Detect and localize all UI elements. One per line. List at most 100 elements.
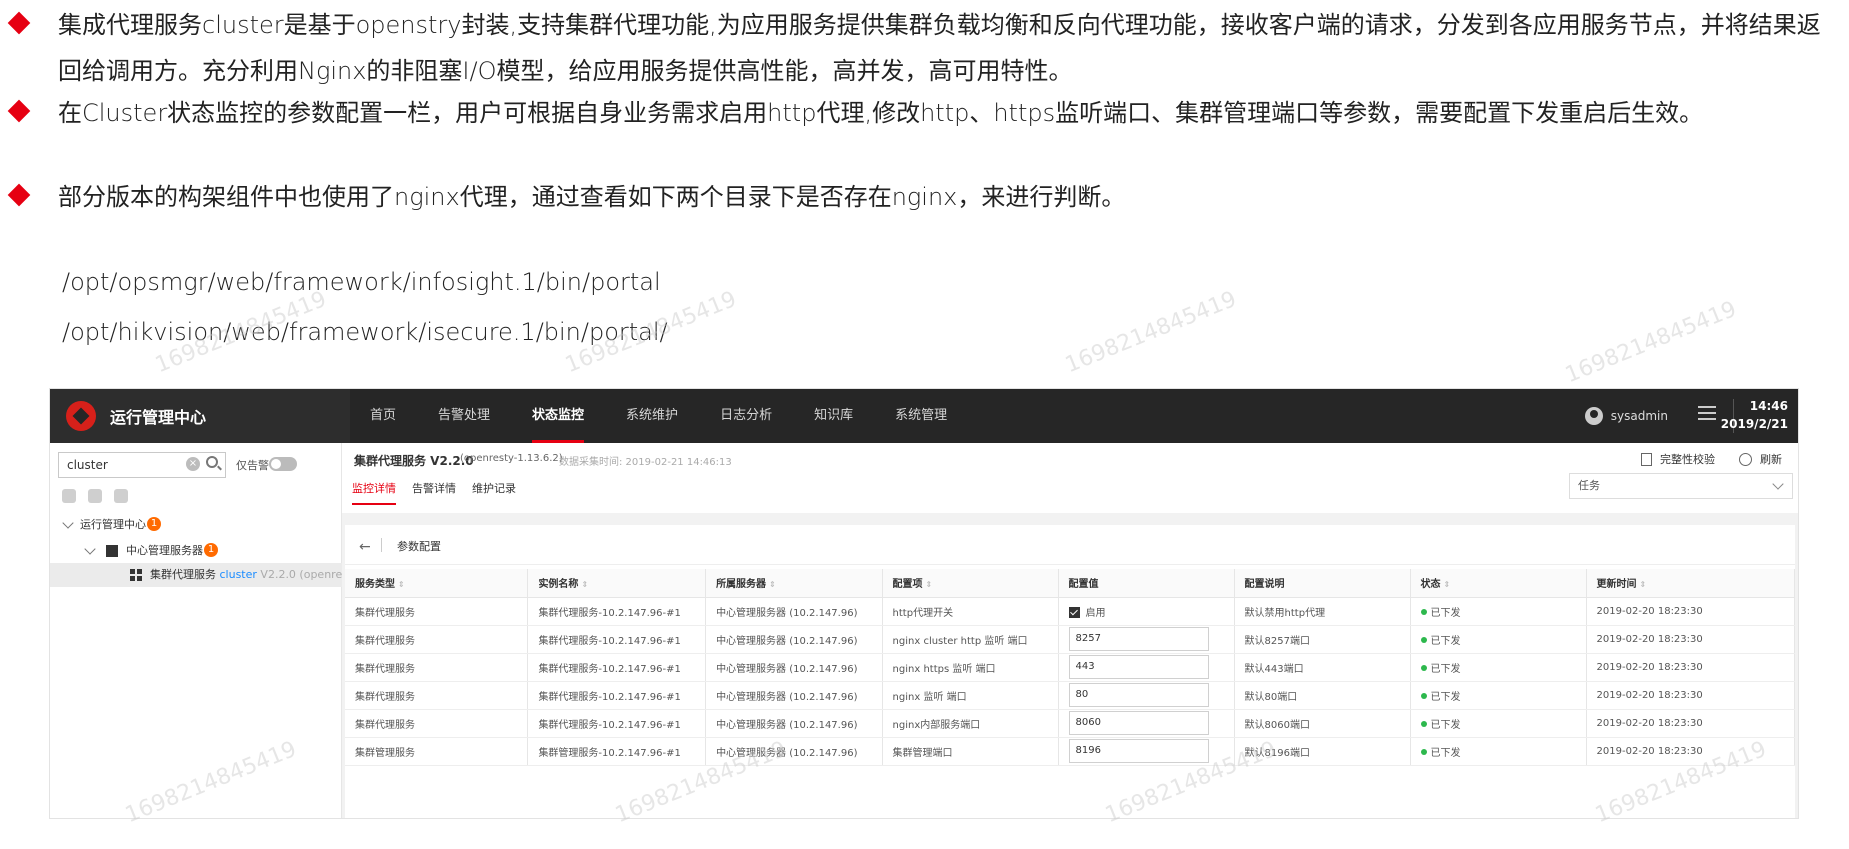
nav-knowledge[interactable]: 知识库 <box>814 389 853 443</box>
col-header[interactable]: 更新时间 ⇕ <box>1586 569 1796 598</box>
table-header-row: 服务类型 ⇕ 实例名称 ⇕ 所属服务器 ⇕ 配置项 ⇕ 配置值 配置说明 状态 ⇕ 更新时… <box>345 569 1796 598</box>
status-dot-icon <box>1420 664 1427 671</box>
status-dot-icon <box>1420 692 1427 699</box>
diamond-bullet-icon <box>8 184 30 206</box>
tree-label: 中心管理服务器 <box>126 544 203 557</box>
table-cell: 2019-02-20 18:23:30 <box>1586 681 1796 710</box>
status-text: 已下发 <box>1430 635 1461 647</box>
tree-item-server[interactable]: 中心管理服务器 1 <box>50 539 342 563</box>
table-cell: 2019-02-20 18:23:30 <box>1586 653 1796 682</box>
tab-alarm-detail[interactable]: 告警详情 <box>412 477 456 501</box>
table-cell: 集群代理服务 <box>345 625 529 654</box>
watermark: 1698214845419 <box>1561 296 1741 389</box>
col-header[interactable]: 所属服务器 ⇕ <box>705 569 883 598</box>
status-dot-icon <box>1420 608 1427 615</box>
status-text: 已下发 <box>1430 719 1461 731</box>
path-line-1: /opt/opsmgr/web/framework/infosight.1/bi… <box>62 268 661 296</box>
nav-alarm[interactable]: 告警处理 <box>438 389 490 443</box>
table-cell: 已下发 <box>1410 709 1587 738</box>
col-header[interactable]: 配置项 ⇕ <box>882 569 1059 598</box>
chevron-down-icon[interactable] <box>84 543 96 555</box>
server-icon <box>106 545 118 557</box>
tree-item-cluster-service[interactable]: 集群代理服务 cluster V2.2.0 (openrest <box>50 563 352 587</box>
table-cell: 8257 <box>1058 625 1235 654</box>
nav-home[interactable]: 首页 <box>370 389 396 443</box>
grid-icon[interactable] <box>114 489 128 503</box>
enable-checkbox[interactable] <box>1068 606 1080 618</box>
search-input[interactable]: cluster <box>58 452 226 478</box>
table-cell: 默认8257端口 <box>1234 625 1411 654</box>
table-cell: 集群管理服务 <box>345 737 529 766</box>
clock-date: 2019/2/21 <box>1720 417 1788 431</box>
table-row: 集群代理服务 集群代理服务-10.2.147.96-#1 中心管理服务器 (10.2… <box>345 653 1796 682</box>
status-dot-icon <box>1420 748 1427 755</box>
config-value-input[interactable]: 8060 <box>1068 711 1209 735</box>
config-value-input[interactable]: 443 <box>1068 655 1209 679</box>
service-icon <box>130 569 142 581</box>
diamond-bullet-icon <box>8 100 30 122</box>
cube-icon[interactable] <box>62 489 76 503</box>
search-icon[interactable] <box>206 456 218 468</box>
table-cell: http代理开关 <box>882 597 1059 626</box>
task-select[interactable]: 任务 <box>1569 473 1793 499</box>
tree-toolbar <box>62 489 140 503</box>
clear-icon[interactable]: × <box>186 457 200 471</box>
table-cell: 默认443端口 <box>1234 653 1411 682</box>
tab-maintenance-log[interactable]: 维护记录 <box>472 477 516 501</box>
table-cell: 已下发 <box>1410 653 1587 682</box>
table-cell: nginx 监听 端口 <box>882 681 1059 710</box>
status-dot-icon <box>1420 636 1427 643</box>
config-value-input[interactable]: 8257 <box>1068 627 1209 651</box>
col-header[interactable]: 状态 ⇕ <box>1410 569 1587 598</box>
integrity-button[interactable]: 完整性校验 <box>1660 451 1715 467</box>
integrity-icon[interactable] <box>1641 452 1652 466</box>
config-value-input[interactable]: 80 <box>1068 683 1209 707</box>
table-cell: 集群代理服务 <box>345 681 529 710</box>
tabs: 监控详情 告警详情 维护记录 <box>352 477 532 505</box>
clock: 14:46 2019/2/21 <box>1721 397 1788 433</box>
sidebar: cluster × 仅告警 运行管理中心 1 中心管理服务器 1 集群代理服务 cl… <box>50 443 352 818</box>
nav-log-analysis[interactable]: 日志分析 <box>720 389 772 443</box>
table-cell: 中心管理服务器 (10.2.147.96) <box>705 737 883 766</box>
tab-monitor-detail[interactable]: 监控详情 <box>352 477 396 505</box>
col-header[interactable]: 服务类型 ⇕ <box>345 569 529 598</box>
table-cell: 集群代理服务-10.2.147.96-#1 <box>527 709 707 738</box>
tree-version: V2.2.0 (openrest <box>260 568 353 581</box>
tree-label-wrap: 集群代理服务 cluster V2.2.0 (openrest <box>150 563 352 587</box>
col-header[interactable]: 实例名称 ⇕ <box>527 569 707 598</box>
panel-header: ← 参数配置 <box>345 525 1795 565</box>
alarm-only-toggle[interactable] <box>269 457 297 471</box>
tree-item-root[interactable]: 运行管理中心 1 <box>50 513 342 537</box>
checkbox-label: 启用 <box>1085 607 1106 619</box>
watermark: 1698214845419 <box>1061 286 1241 379</box>
table-cell: 中心管理服务器 (10.2.147.96) <box>705 653 883 682</box>
path-line-2: /opt/hikvision/web/framework/isecure.1/b… <box>62 318 668 346</box>
clock-time: 14:46 <box>1749 399 1788 413</box>
app-title: 运行管理中心 <box>110 410 207 427</box>
nav-system-maintenance[interactable]: 系统维护 <box>626 389 678 443</box>
chevron-down-icon[interactable] <box>62 517 74 529</box>
refresh-icon[interactable] <box>1739 452 1752 466</box>
table-cell: 集群代理服务 <box>345 653 529 682</box>
user-menu[interactable]: sysadmin <box>1584 406 1668 426</box>
table-cell: 已下发 <box>1410 681 1587 710</box>
back-arrow-icon[interactable]: ← <box>359 539 371 555</box>
hamburger-menu-icon[interactable] <box>1698 406 1716 420</box>
nav-system-management[interactable]: 系统管理 <box>895 389 947 443</box>
table-cell: 中心管理服务器 (10.2.147.96) <box>705 625 883 654</box>
table-cell: 集群代理服务 <box>345 597 529 626</box>
table-cell: 2019-02-20 18:23:30 <box>1586 597 1796 626</box>
logo-area: 运行管理中心 <box>50 389 350 443</box>
username: sysadmin <box>1610 409 1668 423</box>
table-cell: 集群代理服务-10.2.147.96-#1 <box>527 653 707 682</box>
table-cell: 集群管理服务-10.2.147.96-#1 <box>527 737 707 766</box>
alarm-badge: 1 <box>204 543 218 557</box>
param-config-panel: ← 参数配置 服务类型 ⇕ 实例名称 ⇕ 所属服务器 ⇕ 配置项 ⇕ 配置值 配置说明 … <box>345 525 1796 818</box>
nav-status-monitor[interactable]: 状态监控 <box>532 389 585 443</box>
table-cell: 集群代理服务 <box>345 709 529 738</box>
table-cell: 中心管理服务器 (10.2.147.96) <box>705 709 883 738</box>
refresh-button[interactable]: 刷新 <box>1760 451 1782 467</box>
config-value-input[interactable]: 8196 <box>1068 739 1209 763</box>
cluster-icon[interactable] <box>88 489 102 503</box>
table-cell: 443 <box>1058 653 1235 682</box>
